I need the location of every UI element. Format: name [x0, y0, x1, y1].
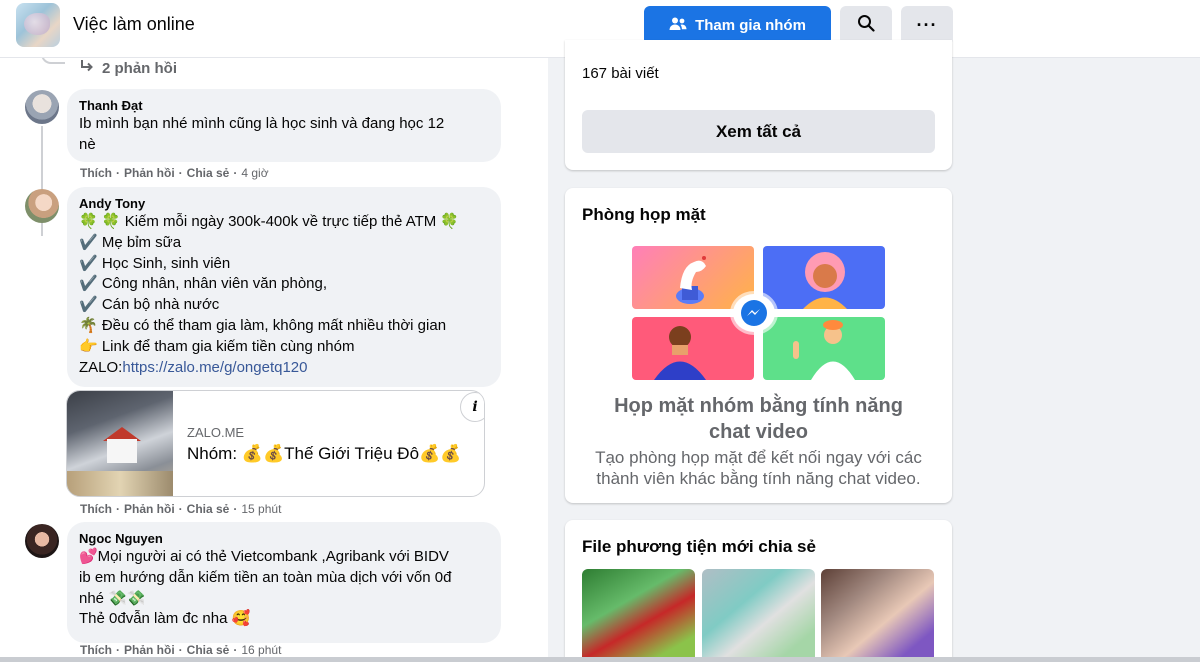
see-all-button[interactable]: Xem tất cả — [582, 110, 935, 153]
zalo-link[interactable]: https://zalo.me/g/ongetq120 — [122, 359, 307, 376]
comment-bubble: Andy Tony 🍀 🍀 Kiếm mỗi ngày 300k-400k về… — [67, 187, 501, 387]
comment-bubble: Thanh Đạt Ib mình bạn nhé mình cũng là h… — [67, 89, 501, 162]
like-link[interactable]: Thích — [80, 166, 112, 180]
comment-timestamp[interactable]: 4 giờ — [241, 166, 268, 180]
comment-line: ✔️ Học Sinh, sinh viên — [79, 254, 231, 272]
meeting-room-heading: Phòng họp mặt — [582, 205, 706, 224]
comment-bubble: Ngoc Nguyen 💕Mọi người ai có thẻ Vietcom… — [67, 522, 501, 643]
comment-line: 👉 Link để tham gia kiếm tiền cùng nhóm — [79, 337, 355, 355]
avatar[interactable] — [25, 90, 59, 124]
comment-text: 💕Mọi người ai có thẻ Vietcombank ,Agriba… — [79, 548, 452, 628]
more-options-icon: ··· — [916, 15, 938, 35]
group-name[interactable]: Việc làm online — [73, 14, 195, 35]
share-link[interactable]: Chia sẻ — [187, 166, 230, 180]
comment-author[interactable]: Thanh Đạt — [79, 98, 489, 114]
posts-count: 167 bài viết — [582, 65, 659, 82]
comment-actions: Thích · Phản hồi · Chia sẻ · 16 phút — [80, 643, 282, 657]
comment-line: ✔️ Công nhân, nhân viên văn phòng, — [79, 275, 328, 293]
media-thumbnail[interactable] — [582, 569, 695, 662]
comment-line: 🌴 Đều có thể tham gia làm, không mất nhi… — [79, 316, 447, 334]
media-thumbnail[interactable] — [702, 569, 815, 662]
comment-timestamp[interactable]: 16 phút — [241, 643, 281, 657]
link-preview-domain: ZALO.ME — [187, 425, 245, 440]
avatar[interactable] — [25, 524, 59, 558]
comment-line: ✔️ Mẹ bỉm sữa — [79, 233, 182, 251]
horizontal-scrollbar[interactable] — [0, 657, 1200, 662]
comment-timestamp[interactable]: 15 phút — [241, 502, 281, 516]
share-link[interactable]: Chia sẻ — [187, 643, 230, 657]
meeting-room-description: Tạo phòng họp mặt để kết nối ngay với cá… — [595, 448, 922, 488]
link-preview-card[interactable]: ZALO.ME Nhóm: 💰💰Thế Giới Triệu Đô💰💰 i — [66, 390, 485, 497]
people-icon — [669, 16, 687, 36]
meeting-room-title: Họp mặt nhóm bằng tính năng chat video — [614, 395, 903, 443]
reply-arrow-icon — [80, 59, 94, 77]
reply-link[interactable]: Phản hồi — [124, 502, 175, 516]
comments-section: 2 phản hồi Thanh Đạt Ib mình bạn nhé mìn… — [0, 58, 548, 662]
link-preview-image — [67, 391, 173, 496]
posts-card: 167 bài viết Xem tất cả — [565, 40, 952, 170]
comment-actions: Thích · Phản hồi · Chia sẻ · 15 phút — [80, 502, 282, 516]
comment-actions: Thích · Phản hồi · Chia sẻ · 4 giờ — [80, 166, 269, 180]
view-replies-link[interactable]: 2 phản hồi — [80, 59, 177, 77]
meeting-room-card: Phòng họp mặt Họp mặt nhóm bằng tính năn… — [565, 188, 952, 503]
like-link[interactable]: Thích — [80, 643, 112, 657]
search-icon — [857, 14, 875, 37]
info-icon[interactable]: i — [460, 392, 484, 422]
thread-connector — [41, 58, 65, 64]
comment-author[interactable]: Andy Tony — [79, 196, 489, 212]
join-group-label: Tham gia nhóm — [695, 17, 806, 34]
recent-media-card: File phương tiện mới chia sẻ — [565, 520, 952, 662]
media-thumbnail[interactable] — [821, 569, 934, 662]
group-cover-thumbnail[interactable] — [16, 3, 60, 47]
comment-line: 🍀 🍀 Kiếm mỗi ngày 300k-400k về trực tiếp… — [79, 213, 460, 230]
comment-text: Ib mình bạn nhé mình cũng là học sinh và… — [79, 115, 445, 153]
comment-line: ZALO:https://zalo.me/g/ongetq120 — [79, 358, 489, 379]
like-link[interactable]: Thích — [80, 502, 112, 516]
messenger-icon — [733, 294, 775, 332]
comment-author[interactable]: Ngoc Nguyen — [79, 531, 489, 547]
avatar[interactable] — [25, 189, 59, 223]
zalo-prefix: ZALO: — [79, 358, 123, 376]
comment-line: ✔️ Cán bộ nhà nước — [79, 296, 220, 314]
reply-link[interactable]: Phản hồi — [124, 643, 175, 657]
reply-link[interactable]: Phản hồi — [124, 166, 175, 180]
link-preview-title: Nhóm: 💰💰Thế Giới Triệu Đô💰💰 — [187, 444, 462, 463]
replies-count: 2 phản hồi — [102, 59, 177, 77]
share-link[interactable]: Chia sẻ — [187, 502, 230, 516]
video-chat-illustration — [632, 246, 885, 380]
recent-media-heading: File phương tiện mới chia sẻ — [582, 537, 816, 556]
